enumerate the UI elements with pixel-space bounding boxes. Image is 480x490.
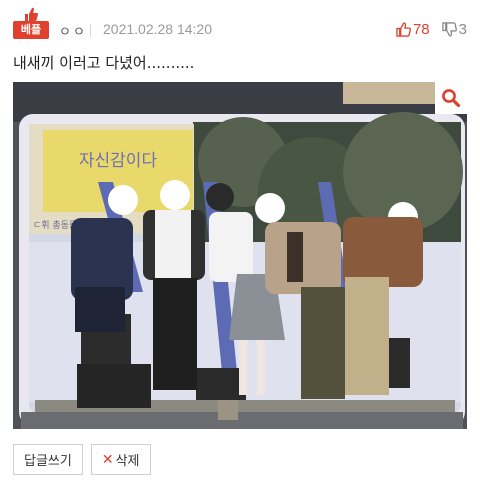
vote-group: 78 3 xyxy=(396,19,467,39)
divider xyxy=(90,24,91,37)
comment-text: 내새끼 이러고 다녔어.......... xyxy=(13,54,195,72)
downvote-count: 3 xyxy=(458,20,467,38)
thumbs-up-icon xyxy=(396,22,411,37)
reply-label: 답글쓰기 xyxy=(24,454,72,469)
thumbs-up-icon xyxy=(25,7,38,21)
x-icon: ✕ xyxy=(101,451,114,468)
upvote-button[interactable]: 78 xyxy=(396,21,430,38)
comment-actions: 답글쓰기 ✕ 삭제 xyxy=(13,444,159,475)
sign-text: 자신감이다 xyxy=(79,151,158,171)
author-name[interactable]: ㅇㅇ xyxy=(59,21,87,40)
comment-header: 베플 ㅇㅇ 2021.02.28 14:20 78 3 xyxy=(13,6,467,40)
upvote-count: 78 xyxy=(412,20,430,38)
delete-label: 삭제 xyxy=(115,454,140,469)
attached-photo[interactable]: 자신감이다 ㄷ휘 총동문회 xyxy=(13,82,467,429)
delete-button[interactable]: ✕ 삭제 xyxy=(90,444,151,475)
badge-label: 베플 xyxy=(13,21,49,39)
reply-button[interactable]: 답글쓰기 xyxy=(13,444,83,475)
zoom-button[interactable] xyxy=(435,82,467,114)
best-comment-badge: 베플 xyxy=(13,6,49,40)
thumbs-down-icon xyxy=(441,21,457,36)
search-icon xyxy=(442,89,461,108)
downvote-button[interactable]: 3 xyxy=(441,20,467,38)
photo-image: 자신감이다 ㄷ휘 총동문회 xyxy=(13,82,467,429)
post-date: 2021.02.28 14:20 xyxy=(103,21,212,37)
